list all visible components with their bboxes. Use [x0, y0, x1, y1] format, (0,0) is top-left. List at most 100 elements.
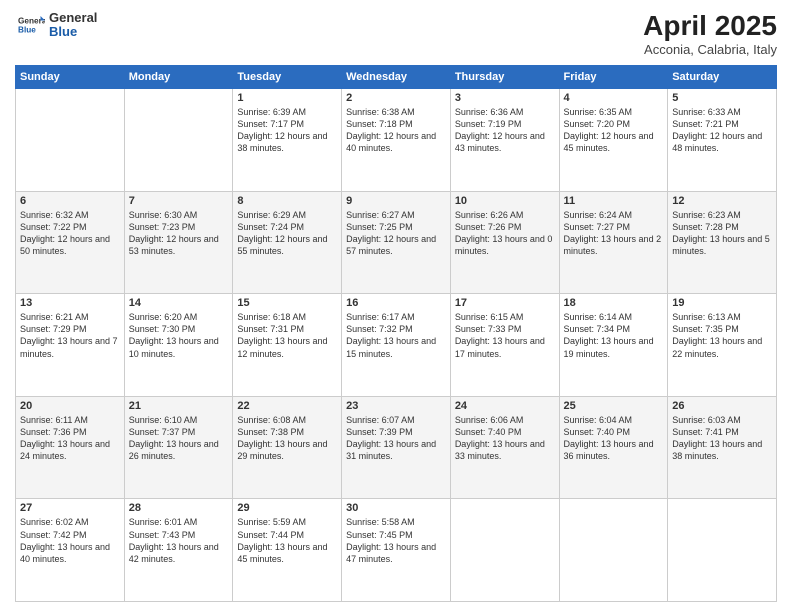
calendar-cell	[124, 89, 233, 192]
day-info: Sunrise: 6:24 AM Sunset: 7:27 PM Dayligh…	[564, 209, 664, 258]
day-number: 28	[129, 502, 229, 514]
day-header-tuesday: Tuesday	[233, 66, 342, 89]
calendar-cell: 29Sunrise: 5:59 AM Sunset: 7:44 PM Dayli…	[233, 499, 342, 602]
calendar-cell: 18Sunrise: 6:14 AM Sunset: 7:34 PM Dayli…	[559, 294, 668, 397]
day-info: Sunrise: 6:01 AM Sunset: 7:43 PM Dayligh…	[129, 516, 229, 565]
day-info: Sunrise: 6:14 AM Sunset: 7:34 PM Dayligh…	[564, 311, 664, 360]
day-info: Sunrise: 6:18 AM Sunset: 7:31 PM Dayligh…	[237, 311, 337, 360]
day-number: 4	[564, 92, 664, 104]
day-number: 5	[672, 92, 772, 104]
calendar-cell: 10 Sunrise: 6:26 AM Sunset: 7:26 PM Dayli…	[450, 191, 559, 294]
logo-icon: General Blue	[15, 10, 45, 40]
main-title: April 2025	[643, 10, 777, 42]
svg-text:Blue: Blue	[18, 26, 36, 35]
day-number: 17	[455, 297, 555, 309]
calendar-cell: 23 Sunrise: 6:07 AM Sunset: 7:39 PM Dayli…	[342, 396, 451, 499]
day-header-sunday: Sunday	[16, 66, 125, 89]
day-info: Sunrise: 6:38 AM Sunset: 7:18 PM Dayligh…	[346, 106, 446, 155]
day-info: Sunrise: 6:20 AM Sunset: 7:30 PM Dayligh…	[129, 311, 229, 360]
day-header-thursday: Thursday	[450, 66, 559, 89]
calendar-cell: 3Sunrise: 6:36 AM Sunset: 7:19 PM Daylig…	[450, 89, 559, 192]
logo-line1: General	[49, 11, 97, 25]
day-number: 26	[672, 400, 772, 412]
day-number: 16	[346, 297, 446, 309]
day-header-wednesday: Wednesday	[342, 66, 451, 89]
day-number: 6	[20, 195, 120, 207]
day-info: Sunrise: 6:32 AM Sunset: 7:22 PM Dayligh…	[20, 209, 120, 258]
day-number: 22	[237, 400, 337, 412]
calendar-cell: 4 Sunrise: 6:35 AM Sunset: 7:20 PM Daylig…	[559, 89, 668, 192]
calendar-cell: 19 Sunrise: 6:13 AM Sunset: 7:35 PM Dayli…	[668, 294, 777, 397]
day-info: Sunrise: 6:03 AM Sunset: 7:41 PM Dayligh…	[672, 414, 772, 463]
calendar-cell: 16 Sunrise: 6:17 AM Sunset: 7:32 PM Dayli…	[342, 294, 451, 397]
subtitle: Acconia, Calabria, Italy	[643, 42, 777, 57]
page: General Blue General Blue April 2025 Acc…	[0, 0, 792, 612]
calendar-cell: 6 Sunrise: 6:32 AM Sunset: 7:22 PM Daylig…	[16, 191, 125, 294]
day-info: Sunrise: 6:17 AM Sunset: 7:32 PM Dayligh…	[346, 311, 446, 360]
calendar-week-5: 27 Sunrise: 6:02 AM Sunset: 7:42 PM Dayli…	[16, 499, 777, 602]
day-number: 1	[237, 92, 337, 104]
calendar-cell	[450, 499, 559, 602]
day-info: Sunrise: 6:08 AM Sunset: 7:38 PM Dayligh…	[237, 414, 337, 463]
calendar-cell: 24Sunrise: 6:06 AM Sunset: 7:40 PM Dayli…	[450, 396, 559, 499]
day-info: Sunrise: 6:04 AM Sunset: 7:40 PM Dayligh…	[564, 414, 664, 463]
day-info: Sunrise: 5:58 AM Sunset: 7:45 PM Dayligh…	[346, 516, 446, 565]
day-number: 23	[346, 400, 446, 412]
day-number: 30	[346, 502, 446, 514]
day-info: Sunrise: 6:07 AM Sunset: 7:39 PM Dayligh…	[346, 414, 446, 463]
day-number: 12	[672, 195, 772, 207]
day-number: 2	[346, 92, 446, 104]
day-number: 21	[129, 400, 229, 412]
calendar-cell: 22 Sunrise: 6:08 AM Sunset: 7:38 PM Dayli…	[233, 396, 342, 499]
logo-line2: Blue	[49, 25, 97, 39]
calendar-cell: 13Sunrise: 6:21 AM Sunset: 7:29 PM Dayli…	[16, 294, 125, 397]
calendar-cell: 1Sunrise: 6:39 AM Sunset: 7:17 PM Daylig…	[233, 89, 342, 192]
day-info: Sunrise: 6:10 AM Sunset: 7:37 PM Dayligh…	[129, 414, 229, 463]
title-block: April 2025 Acconia, Calabria, Italy	[643, 10, 777, 57]
calendar-cell: 25 Sunrise: 6:04 AM Sunset: 7:40 PM Dayli…	[559, 396, 668, 499]
day-info: Sunrise: 6:02 AM Sunset: 7:42 PM Dayligh…	[20, 516, 120, 565]
calendar-week-4: 20 Sunrise: 6:11 AM Sunset: 7:36 PM Dayli…	[16, 396, 777, 499]
day-info: Sunrise: 6:35 AM Sunset: 7:20 PM Dayligh…	[564, 106, 664, 155]
day-info: Sunrise: 6:06 AM Sunset: 7:40 PM Dayligh…	[455, 414, 555, 463]
calendar-cell: 7 Sunrise: 6:30 AM Sunset: 7:23 PM Daylig…	[124, 191, 233, 294]
day-info: Sunrise: 6:23 AM Sunset: 7:28 PM Dayligh…	[672, 209, 772, 258]
calendar-cell	[559, 499, 668, 602]
day-number: 20	[20, 400, 120, 412]
day-number: 10	[455, 195, 555, 207]
day-info: Sunrise: 6:15 AM Sunset: 7:33 PM Dayligh…	[455, 311, 555, 360]
day-info: Sunrise: 6:30 AM Sunset: 7:23 PM Dayligh…	[129, 209, 229, 258]
calendar-cell: 9 Sunrise: 6:27 AM Sunset: 7:25 PM Daylig…	[342, 191, 451, 294]
day-info: Sunrise: 6:13 AM Sunset: 7:35 PM Dayligh…	[672, 311, 772, 360]
day-info: Sunrise: 6:27 AM Sunset: 7:25 PM Dayligh…	[346, 209, 446, 258]
day-header-saturday: Saturday	[668, 66, 777, 89]
day-info: Sunrise: 6:36 AM Sunset: 7:19 PM Dayligh…	[455, 106, 555, 155]
day-number: 25	[564, 400, 664, 412]
day-number: 15	[237, 297, 337, 309]
calendar-cell: 26 Sunrise: 6:03 AM Sunset: 7:41 PM Dayli…	[668, 396, 777, 499]
day-number: 14	[129, 297, 229, 309]
calendar-table: SundayMondayTuesdayWednesdayThursdayFrid…	[15, 65, 777, 602]
day-number: 19	[672, 297, 772, 309]
day-number: 7	[129, 195, 229, 207]
calendar-header-row: SundayMondayTuesdayWednesdayThursdayFrid…	[16, 66, 777, 89]
day-number: 27	[20, 502, 120, 514]
day-number: 9	[346, 195, 446, 207]
calendar-cell	[16, 89, 125, 192]
day-number: 8	[237, 195, 337, 207]
calendar-cell: 5Sunrise: 6:33 AM Sunset: 7:21 PM Daylig…	[668, 89, 777, 192]
calendar-cell	[668, 499, 777, 602]
calendar-cell: 27 Sunrise: 6:02 AM Sunset: 7:42 PM Dayli…	[16, 499, 125, 602]
day-header-monday: Monday	[124, 66, 233, 89]
calendar-cell: 30 Sunrise: 5:58 AM Sunset: 7:45 PM Dayli…	[342, 499, 451, 602]
calendar-cell: 28 Sunrise: 6:01 AM Sunset: 7:43 PM Dayli…	[124, 499, 233, 602]
day-info: Sunrise: 6:26 AM Sunset: 7:26 PM Dayligh…	[455, 209, 555, 258]
day-number: 29	[237, 502, 337, 514]
calendar-cell: 17 Sunrise: 6:15 AM Sunset: 7:33 PM Dayli…	[450, 294, 559, 397]
day-header-friday: Friday	[559, 66, 668, 89]
calendar-cell: 14 Sunrise: 6:20 AM Sunset: 7:30 PM Dayli…	[124, 294, 233, 397]
day-info: Sunrise: 6:11 AM Sunset: 7:36 PM Dayligh…	[20, 414, 120, 463]
calendar-cell: 2 Sunrise: 6:38 AM Sunset: 7:18 PM Daylig…	[342, 89, 451, 192]
day-number: 13	[20, 297, 120, 309]
logo: General Blue General Blue	[15, 10, 97, 40]
